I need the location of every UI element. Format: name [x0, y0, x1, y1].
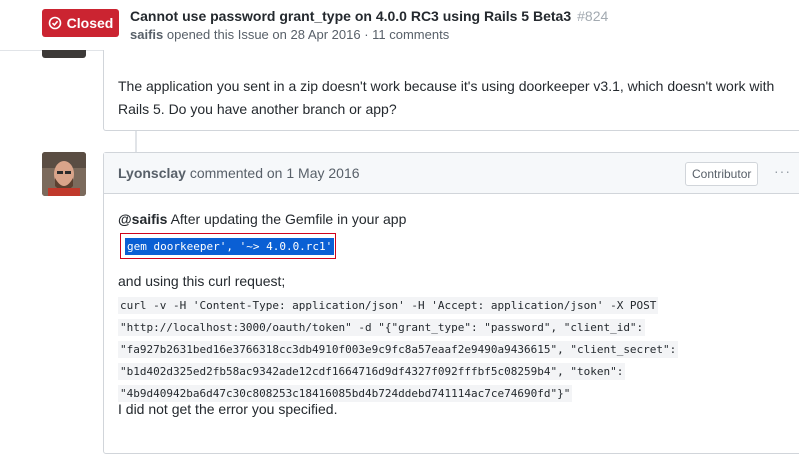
more-options-icon[interactable]: ··· — [774, 163, 791, 179]
issue-meta: saifis opened this Issue on 28 Apr 2016 … — [130, 27, 449, 42]
code-line: "http://localhost:3000/oauth/token" -d "… — [118, 319, 646, 336]
comment-previous: The application you sent in a zip doesn'… — [103, 50, 799, 131]
timeline-connector — [135, 131, 137, 153]
closed-state-badge: Closed — [42, 9, 119, 37]
highlighted-code-box: gem doorkeeper', '~> 4.0.0.rc1' — [120, 233, 336, 259]
comment-intro: @saifis After updating the Gemfile in yo… — [118, 211, 406, 227]
code-line: "fa927b2631bed16e3766318cc3db4910f003e9c… — [118, 341, 679, 358]
comment-lyonsclay: Lyonsclay commented on 1 May 2016 Contri… — [103, 152, 799, 454]
comment-header: Lyonsclay commented on 1 May 2016 Contri… — [104, 153, 799, 194]
previous-commenter-avatar[interactable] — [42, 50, 86, 58]
comment-action[interactable]: commented on 1 May 2016 — [190, 165, 360, 181]
curl-intro: and using this curl request; — [118, 273, 286, 289]
comment-author-line: Lyonsclay commented on 1 May 2016 — [118, 165, 360, 181]
intro-text: After updating the Gemfile in your app — [167, 211, 407, 227]
code-line: "b1d402d325ed2fb58ac9342ade12cdf1664716d… — [118, 363, 626, 380]
gemfile-code: gem doorkeeper', '~> 4.0.0.rc1' — [125, 237, 335, 255]
curl-code-block: curl -v -H 'Content-Type: application/js… — [118, 295, 679, 405]
lyonsclay-avatar[interactable] — [42, 152, 86, 196]
comment-author-link[interactable]: Lyonsclay — [118, 165, 186, 181]
contributor-badge: Contributor — [685, 162, 759, 186]
comment-closing: I did not get the error you specified. — [118, 401, 338, 417]
code-line: curl -v -H 'Content-Type: application/js… — [118, 297, 659, 314]
issue-author-link[interactable]: saifis — [130, 27, 163, 42]
issue-closed-icon — [48, 16, 62, 30]
comment-body: The application you sent in a zip doesn'… — [118, 78, 775, 117]
state-label: Closed — [66, 15, 114, 31]
issue-number: #824 — [577, 8, 609, 24]
issue-title-text[interactable]: Cannot use password grant_type on 4.0.0 … — [130, 8, 571, 24]
issue-title[interactable]: Cannot use password grant_type on 4.0.0 … — [130, 8, 608, 24]
user-mention-link[interactable]: @saifis — [118, 211, 167, 227]
issue-header: Closed Cannot use password grant_type on… — [0, 0, 799, 51]
issue-meta-text: opened this Issue on 28 Apr 2016 · 11 co… — [166, 27, 450, 42]
